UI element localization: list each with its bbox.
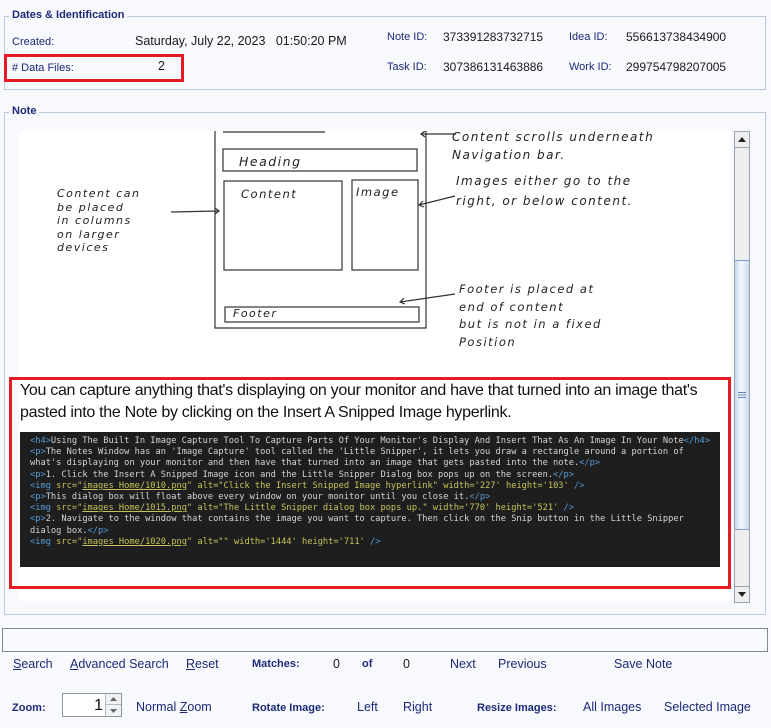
advanced-search-rest: dvanced Search bbox=[78, 657, 169, 671]
sketch-image-label: Image bbox=[356, 185, 400, 199]
of-label: of bbox=[362, 658, 373, 670]
sketch-arrow-content bbox=[170, 207, 220, 215]
resize-images-label: Resize Images: bbox=[477, 702, 557, 714]
wireframe-sketch-image: Heading Content Image Footer Content can… bbox=[19, 131, 731, 371]
idea-id-label: Idea ID: bbox=[569, 31, 608, 43]
sketch-content-label: Content bbox=[241, 187, 298, 201]
rotate-left-link[interactable]: Left bbox=[357, 700, 378, 714]
search-link[interactable]: Search bbox=[13, 657, 53, 671]
zoom-decrement-button[interactable] bbox=[106, 705, 121, 716]
sketch-annotation-columns: Content can be placed in columns on larg… bbox=[57, 187, 141, 254]
scroll-down-button[interactable] bbox=[735, 586, 749, 602]
normal-zoom-prefix: Normal bbox=[136, 700, 180, 714]
search-input[interactable] bbox=[2, 628, 768, 652]
zoom-label: Zoom: bbox=[12, 702, 46, 714]
previous-link[interactable]: Previous bbox=[498, 657, 547, 671]
zoom-increment-button[interactable] bbox=[106, 694, 121, 705]
dates-legend: Dates & Identification bbox=[9, 9, 128, 21]
sketch-annotation-nav: Content scrolls underneath Navigation ba… bbox=[452, 131, 655, 162]
sketch-arrow-footer bbox=[398, 293, 456, 305]
matches-current: 0 bbox=[333, 657, 340, 671]
sketch-footer-label: Footer bbox=[233, 307, 278, 320]
task-id-label: Task ID: bbox=[387, 61, 427, 73]
grip-icon bbox=[738, 392, 746, 398]
zoom-spin-buttons bbox=[105, 694, 121, 716]
rotate-image-label: Rotate Image: bbox=[252, 702, 325, 714]
selected-content-highlight bbox=[9, 377, 731, 589]
normal-zoom-rest: oom bbox=[187, 700, 212, 714]
spin-down-icon bbox=[110, 708, 117, 713]
scrollbar-thumb[interactable] bbox=[735, 260, 749, 530]
arrow-down-icon bbox=[738, 592, 746, 597]
task-id-value: 307386131463886 bbox=[443, 60, 544, 74]
advanced-search-link[interactable]: Advanced Search bbox=[70, 657, 169, 671]
matches-total: 0 bbox=[403, 657, 410, 671]
spin-up-icon bbox=[110, 697, 117, 701]
sketch-arrow-image bbox=[417, 195, 456, 208]
rotate-right-link[interactable]: Right bbox=[403, 700, 432, 714]
data-files-label: # Data Files: bbox=[12, 62, 74, 74]
created-value: Saturday, July 22, 2023 01:50:20 PM bbox=[135, 34, 347, 48]
created-label: Created: bbox=[12, 36, 55, 48]
save-note-link[interactable]: Save Note bbox=[614, 657, 672, 671]
matches-label: Matches: bbox=[252, 658, 300, 670]
normal-zoom-link[interactable]: Normal Zoom bbox=[136, 700, 212, 714]
resize-all-images-link[interactable]: All Images bbox=[583, 700, 641, 714]
work-id-label: Work ID: bbox=[569, 61, 612, 73]
arrow-up-icon bbox=[738, 137, 746, 142]
work-id-value: 299754798207005 bbox=[626, 60, 727, 74]
note-scrollbar[interactable] bbox=[734, 131, 750, 603]
note-id-label: Note ID: bbox=[387, 31, 428, 43]
sketch-annotation-image: Images either go to the right, or below … bbox=[456, 174, 633, 208]
reset-rest: eset bbox=[195, 657, 219, 671]
resize-selected-image-link[interactable]: Selected Image bbox=[664, 700, 751, 714]
next-link[interactable]: Next bbox=[450, 657, 476, 671]
sketch-heading-label: Heading bbox=[239, 154, 302, 169]
reset-link[interactable]: Reset bbox=[186, 657, 219, 671]
zoom-value[interactable]: 1 bbox=[94, 697, 103, 715]
data-files-value: 2 bbox=[158, 59, 165, 73]
idea-id-value: 556613738434900 bbox=[626, 30, 727, 44]
note-legend: Note bbox=[9, 105, 40, 117]
zoom-spinner[interactable]: 1 bbox=[62, 693, 122, 717]
scroll-up-button[interactable] bbox=[735, 132, 749, 148]
sketch-annotation-footer: Footer is placed at end of content but i… bbox=[459, 282, 602, 349]
search-link-rest: earch bbox=[21, 657, 53, 671]
note-id-value: 373391283732715 bbox=[443, 30, 544, 44]
